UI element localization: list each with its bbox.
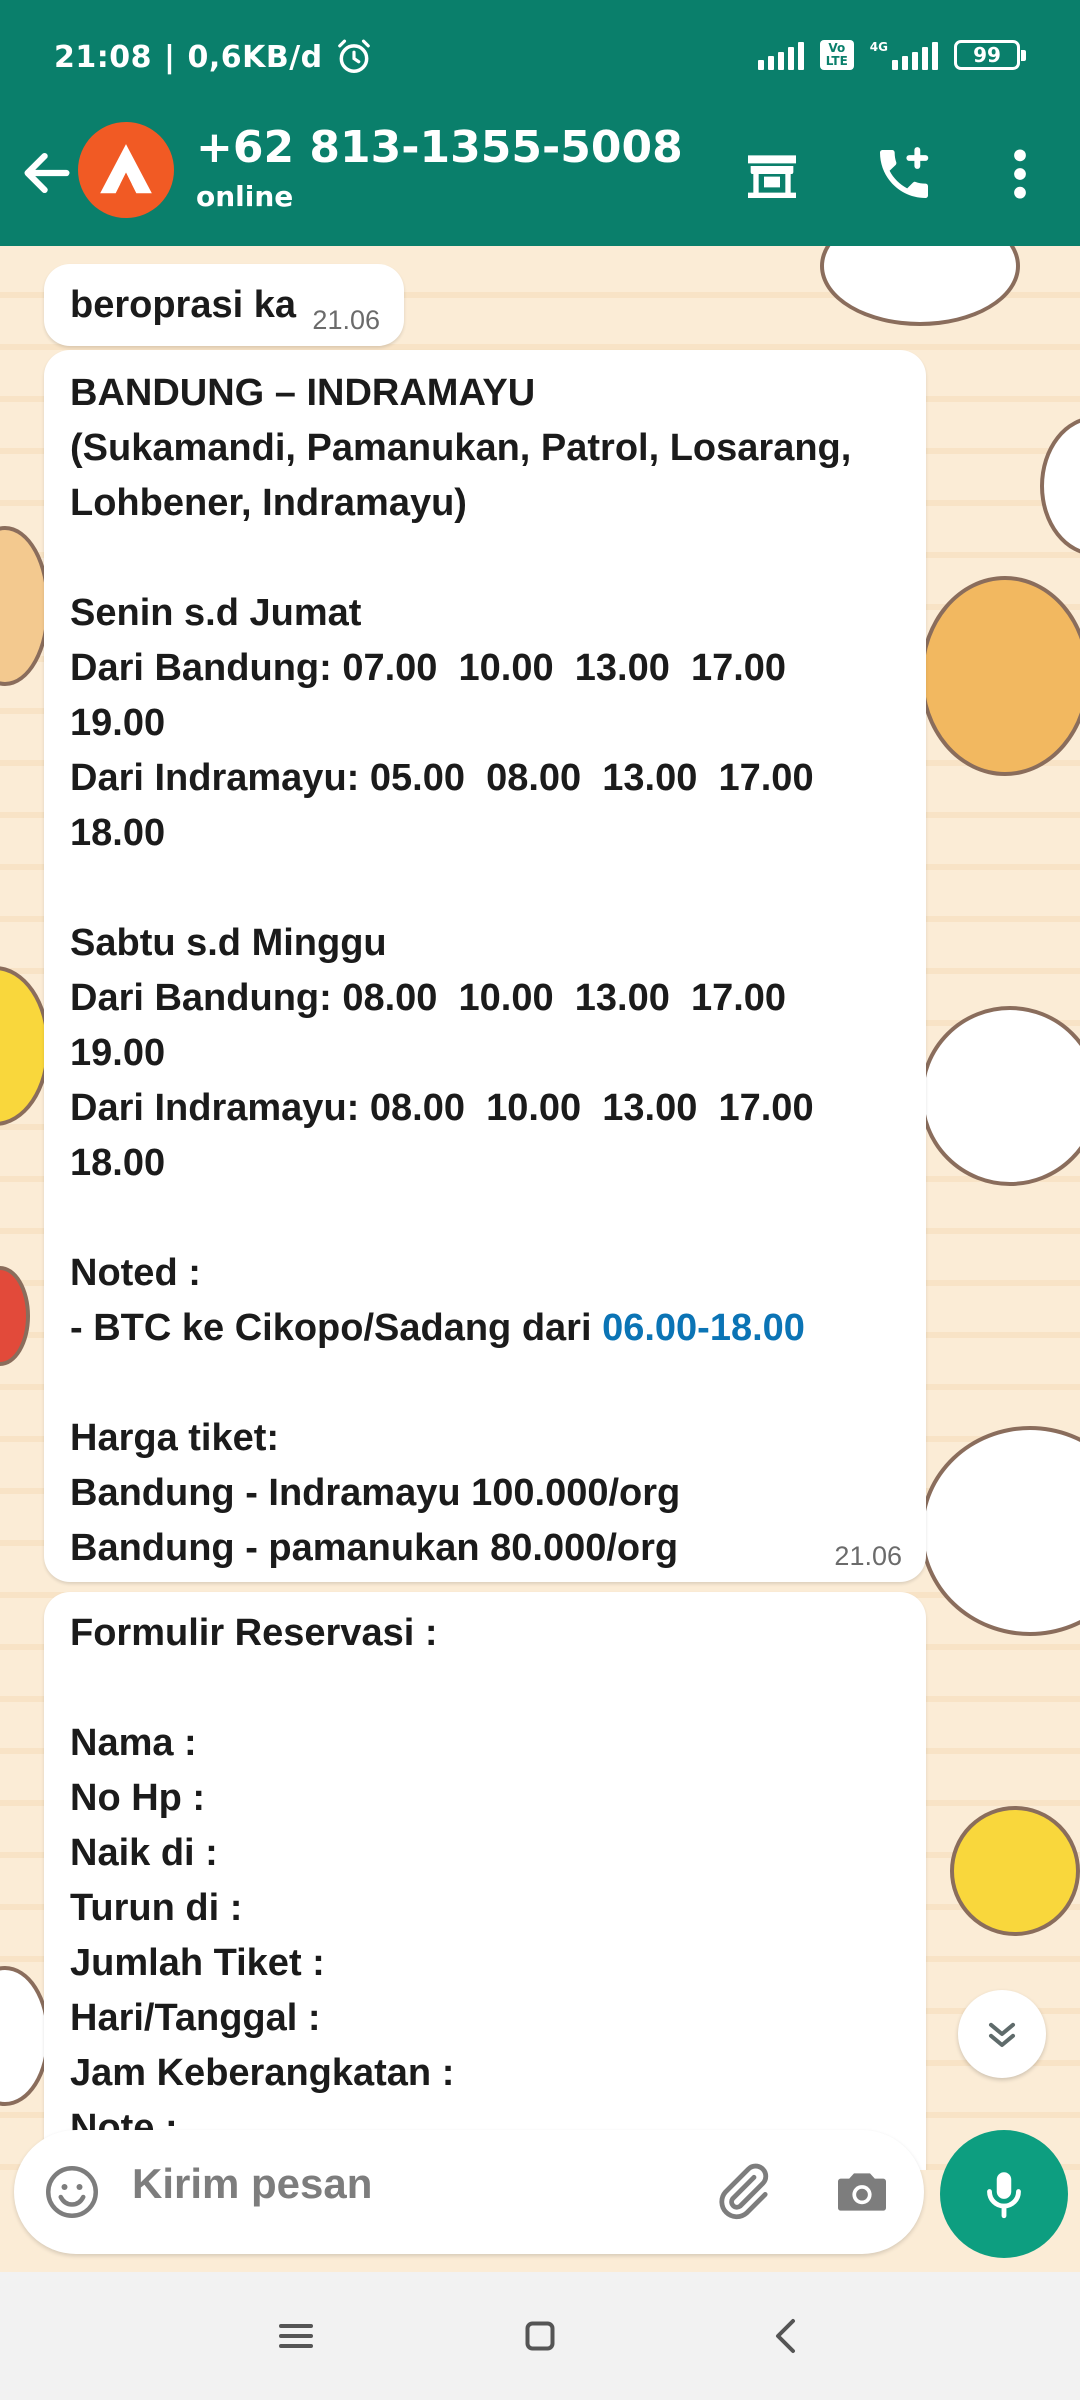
battery-level: 99 bbox=[973, 43, 1001, 67]
more-vert-icon[interactable] bbox=[988, 142, 1052, 206]
message-text-part: BANDUNG – INDRAMAYU (Sukamandi, Pamanuka… bbox=[70, 372, 852, 1349]
double-chevron-down-icon bbox=[988, 2022, 1016, 2048]
message-time: 21.06 bbox=[834, 1541, 902, 1571]
back-arrow-icon[interactable] bbox=[18, 144, 76, 202]
wallpaper-doodle bbox=[0, 526, 50, 686]
voice-message-button[interactable] bbox=[940, 2130, 1068, 2258]
signal-icon bbox=[757, 40, 804, 70]
network-type: 4G bbox=[869, 40, 888, 54]
emoji-icon[interactable] bbox=[42, 2162, 102, 2222]
message-text: beroprasi ka bbox=[70, 284, 296, 326]
data-speed: 0,6KB/d bbox=[187, 39, 323, 75]
chat-area[interactable]: beroprasi ka 21.06 BANDUNG – INDRAMAYU (… bbox=[0, 246, 1080, 2170]
mic-icon bbox=[987, 2172, 1021, 2219]
message-text: BANDUNG – INDRAMAYU (Sukamandi, Pamanuka… bbox=[70, 366, 890, 1576]
message-text-part: Harga tiket: Bandung - Indramayu 100.000… bbox=[70, 1417, 681, 1569]
wallpaper-doodle bbox=[0, 1966, 50, 2106]
wallpaper-doodle bbox=[820, 246, 1020, 326]
signal-icon-2 bbox=[892, 40, 938, 70]
avatar[interactable] bbox=[78, 122, 174, 218]
back-icon[interactable] bbox=[758, 2306, 818, 2366]
store-icon[interactable] bbox=[740, 142, 804, 206]
camera-icon[interactable] bbox=[830, 2160, 894, 2224]
wallpaper-doodle bbox=[0, 1266, 30, 1366]
volte-badge: Vo LTE bbox=[819, 40, 854, 70]
scroll-down-button[interactable] bbox=[958, 1990, 1046, 2078]
message-time: 21.06 bbox=[312, 305, 380, 335]
wallpaper-doodle bbox=[920, 576, 1080, 776]
status-separator: | bbox=[164, 39, 176, 75]
contact-status: online bbox=[196, 180, 294, 213]
wallpaper-doodle bbox=[1040, 416, 1080, 556]
menu-icon[interactable] bbox=[266, 2306, 326, 2366]
battery-icon: 99 bbox=[954, 40, 1026, 70]
wallpaper-doodle bbox=[0, 966, 50, 1126]
message-bubble[interactable]: beroprasi ka 21.06 bbox=[44, 264, 404, 346]
wallpaper-doodle bbox=[950, 1806, 1080, 1936]
home-icon[interactable] bbox=[510, 2306, 570, 2366]
contact-name[interactable]: +62 813-1355-5008 bbox=[196, 122, 683, 173]
wallpaper-doodle bbox=[920, 1006, 1080, 1186]
wallpaper-doodle bbox=[920, 1426, 1080, 1636]
status-bar: 21:08 | 0,6KB/d Vo LTE 4G 99 bbox=[0, 0, 1080, 118]
add-call-icon[interactable] bbox=[872, 142, 936, 206]
message-bubble[interactable]: BANDUNG – INDRAMAYU (Sukamandi, Pamanuka… bbox=[44, 350, 926, 1582]
message-bubble[interactable]: Formulir Reservasi : Nama : No Hp : Naik… bbox=[44, 1592, 926, 2170]
attach-icon[interactable] bbox=[710, 2160, 774, 2224]
logo-icon bbox=[100, 144, 152, 194]
message-input[interactable]: Kirim pesan bbox=[132, 2160, 372, 2208]
alarm-icon bbox=[337, 39, 370, 73]
status-time: 21:08 bbox=[54, 39, 152, 75]
message-text: Formulir Reservasi : Nama : No Hp : Naik… bbox=[70, 1612, 455, 2149]
top-bar: 21:08 | 0,6KB/d Vo LTE 4G 99 +62 813-135… bbox=[0, 0, 1080, 246]
time-range-link[interactable]: 06.00-18.00 bbox=[602, 1307, 805, 1349]
network-indicator: 4G bbox=[870, 40, 938, 70]
chat-header: +62 813-1355-5008 online bbox=[0, 118, 1080, 246]
message-composer[interactable]: Kirim pesan bbox=[14, 2130, 924, 2254]
system-nav-bar bbox=[0, 2272, 1080, 2400]
